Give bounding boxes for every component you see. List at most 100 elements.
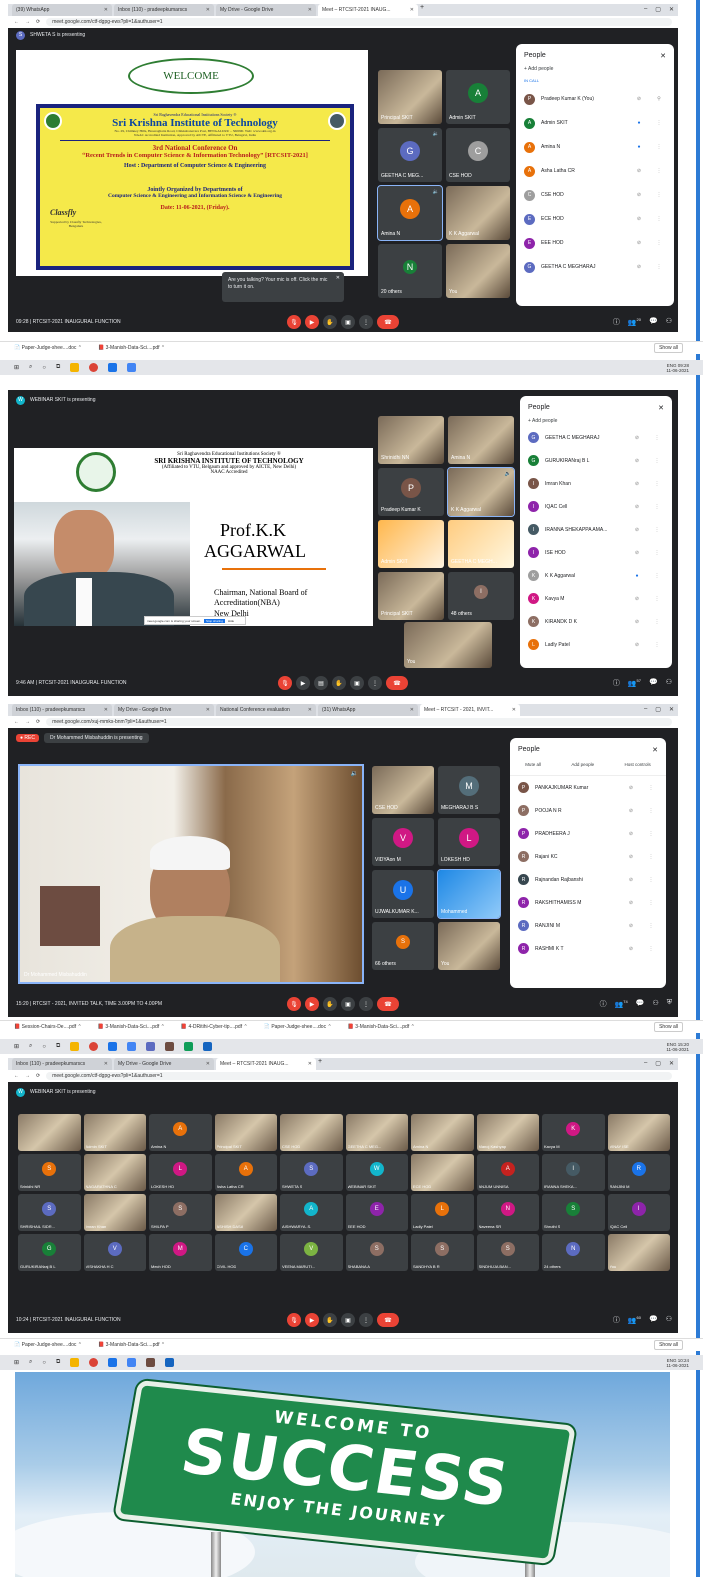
- activities-icon[interactable]: ⚇: [652, 999, 658, 1009]
- participant-tile[interactable]: ASHISH DASA: [214, 1194, 277, 1231]
- search-icon[interactable]: ⌕: [29, 1359, 32, 1366]
- list-item[interactable]: I IQAC Cell ⊘ ⋮: [520, 495, 672, 518]
- download-item[interactable]: 📄 Paper-Judge-shee....doc ⌃: [14, 1342, 82, 1348]
- address-bar[interactable]: meet.google.com/xuj-mmks-bnm?pli=1&authu…: [46, 718, 672, 726]
- new-tab-button[interactable]: +: [318, 1058, 322, 1070]
- mic-button[interactable]: 🎙: [287, 997, 301, 1011]
- participant-tile[interactable]: S SHABANA A: [345, 1234, 408, 1271]
- present-button[interactable]: ▣: [350, 676, 364, 690]
- raise-hand-button[interactable]: ✋: [323, 1313, 337, 1327]
- more-options-button[interactable]: ⋮: [368, 676, 382, 690]
- participant-tile[interactable]: C CSE HOD: [446, 128, 510, 182]
- app-icon[interactable]: [108, 363, 118, 372]
- participant-tile[interactable]: NAGARATHNA C: [83, 1154, 146, 1191]
- list-item[interactable]: I Imran Khan ⊘ ⋮: [520, 472, 672, 495]
- list-item[interactable]: R Rajnandan Rajbanshi ⊘ ⋮: [510, 868, 666, 891]
- list-item[interactable]: K Kavya M ⊘ ⋮: [520, 587, 672, 610]
- chat-icon[interactable]: 💬: [649, 317, 658, 327]
- app-icon[interactable]: [184, 1042, 194, 1051]
- app-icon[interactable]: [127, 1042, 137, 1051]
- raise-hand-button[interactable]: ✋: [323, 997, 337, 1011]
- forward-icon[interactable]: →: [25, 719, 30, 725]
- cortana-icon[interactable]: ○: [42, 1044, 46, 1050]
- list-item[interactable]: R Rajani KC ⊘ ⋮: [510, 845, 666, 868]
- info-icon[interactable]: ⓘ: [613, 317, 620, 327]
- windows-icon[interactable]: ⊞: [14, 1043, 19, 1050]
- participant-tile[interactable]: M Mech HOD: [149, 1234, 212, 1271]
- list-item[interactable]: KK K Aggarwal ● ⋮: [520, 564, 672, 587]
- list-item[interactable]: E ECE HOD ⊘ ⋮: [516, 207, 674, 231]
- windows-icon[interactable]: ⊞: [14, 364, 19, 371]
- cortana-icon[interactable]: ○: [42, 1360, 46, 1366]
- chat-icon[interactable]: 💬: [649, 1315, 658, 1325]
- system-tray[interactable]: ENG 10:24 11-06-2021: [666, 1358, 689, 1368]
- close-icon[interactable]: ✕: [658, 404, 664, 412]
- add-people-button[interactable]: Add people: [571, 762, 594, 767]
- list-item[interactable]: K KIRANDK D K ⊘ ⋮: [520, 610, 672, 633]
- participant-tile[interactable]: A Admin SKIT: [446, 70, 510, 124]
- list-item[interactable]: R RANJINI M ⊘ ⋮: [510, 914, 666, 937]
- cortana-icon[interactable]: ○: [42, 365, 46, 371]
- window-controls[interactable]: – ▢ ✕: [644, 6, 674, 13]
- participant-tile[interactable]: A Amina N: [149, 1114, 212, 1151]
- forward-icon[interactable]: →: [25, 1073, 30, 1079]
- participant-tile[interactable]: I IRANNA SHEKA...: [542, 1154, 605, 1191]
- window-controls[interactable]: – ▢ ✕: [644, 706, 674, 713]
- raise-hand-button[interactable]: ✋: [332, 676, 346, 690]
- list-item[interactable]: P PANKAJKUMAR Kumar ⊘ ⋮: [510, 776, 666, 799]
- participant-tile[interactable]: S Srinidhi NR: [18, 1154, 81, 1191]
- app-icon[interactable]: [146, 1358, 156, 1367]
- browser-tab[interactable]: My Drive - Google Drive ✕: [114, 1058, 214, 1070]
- participant-tile[interactable]: E EEE HOD: [345, 1194, 408, 1231]
- app-icon[interactable]: [127, 1358, 137, 1367]
- list-item[interactable]: I ISE HOD ⊘ ⋮: [520, 541, 672, 564]
- participant-tile[interactable]: L LOKESH HD: [438, 818, 500, 866]
- back-icon[interactable]: ←: [14, 719, 19, 725]
- participant-tile[interactable]: S SHILPA P: [149, 1194, 212, 1231]
- list-item[interactable]: P PRADHEERA J ⊘ ⋮: [510, 822, 666, 845]
- browser-tab[interactable]: Inbox (110) - pradeepkumarscs ✕: [12, 704, 112, 716]
- address-bar[interactable]: meet.google.com/ctf-dgpg-ews?pli=1&authu…: [46, 18, 672, 26]
- participant-tile[interactable]: Admin SKIT: [378, 520, 444, 568]
- participant-tile[interactable]: Admin SKIT: [83, 1114, 146, 1151]
- explorer-icon[interactable]: [70, 1358, 80, 1367]
- list-item[interactable]: A Amina N ● ⋮: [516, 135, 674, 159]
- search-icon[interactable]: ⌕: [29, 364, 32, 371]
- window-controls[interactable]: – ▢ ✕: [644, 1060, 674, 1067]
- participant-tile[interactable]: M MEGHARAJ B S: [438, 766, 500, 814]
- address-bar[interactable]: meet.google.com/ctf-dgpg-ews?pli=1&authu…: [46, 1072, 672, 1080]
- stop-sharing-button[interactable]: Stop sharing: [204, 618, 225, 623]
- taskview-icon[interactable]: ⧉: [56, 364, 60, 371]
- participant-tile[interactable]: CSE HOD: [372, 766, 434, 814]
- reload-icon[interactable]: ⟳: [36, 719, 40, 725]
- leave-call-button[interactable]: ☎: [377, 997, 399, 1011]
- participant-tile[interactable]: S Shruthi S: [542, 1194, 605, 1231]
- participant-tile[interactable]: Principal SKIT: [378, 572, 444, 620]
- hide-button[interactable]: Hide: [228, 619, 234, 623]
- participant-tile[interactable]: A 🔉 Amina N: [377, 185, 443, 241]
- participant-tile[interactable]: K Kavya M: [542, 1114, 605, 1151]
- app-icon[interactable]: [165, 1042, 175, 1051]
- participant-tile[interactable]: ECE HOD: [411, 1154, 474, 1191]
- mic-button[interactable]: 🎙: [287, 315, 301, 329]
- browser-tab[interactable]: National Conference evaluation ✕: [216, 704, 316, 716]
- browser-tab[interactable]: (31) WhatsApp ✕: [318, 704, 418, 716]
- more-options-button[interactable]: ⋮: [359, 315, 373, 329]
- people-icon[interactable]: 👥20: [628, 317, 641, 327]
- participant-tile[interactable]: C CIVIL HOD: [214, 1234, 277, 1271]
- back-icon[interactable]: ←: [14, 1073, 19, 1079]
- close-icon[interactable]: ✕: [336, 275, 340, 282]
- back-icon[interactable]: ←: [14, 19, 19, 25]
- info-icon[interactable]: ⓘ: [600, 999, 607, 1009]
- participant-tile[interactable]: VINAY ISE: [607, 1114, 670, 1151]
- chrome-icon[interactable]: [89, 363, 99, 372]
- browser-tab-active[interactable]: Meet – RTCSIT-2021 INAUG... ✕: [318, 4, 418, 16]
- close-icon[interactable]: ✕: [652, 746, 658, 754]
- list-item[interactable]: C CSE HOD ⊘ ⋮: [516, 183, 674, 207]
- participant-tile[interactable]: Amina N: [448, 416, 514, 464]
- list-item[interactable]: L Ladly Patel ⊘ ⋮: [520, 633, 672, 656]
- participant-tile[interactable]: P Pradeep Kumar K: [378, 468, 444, 516]
- participant-tile[interactable]: Mohammed: [437, 869, 501, 919]
- participant-tile[interactable]: S SINDHUJA BAN...: [476, 1234, 539, 1271]
- more-options-button[interactable]: ⋮: [359, 997, 373, 1011]
